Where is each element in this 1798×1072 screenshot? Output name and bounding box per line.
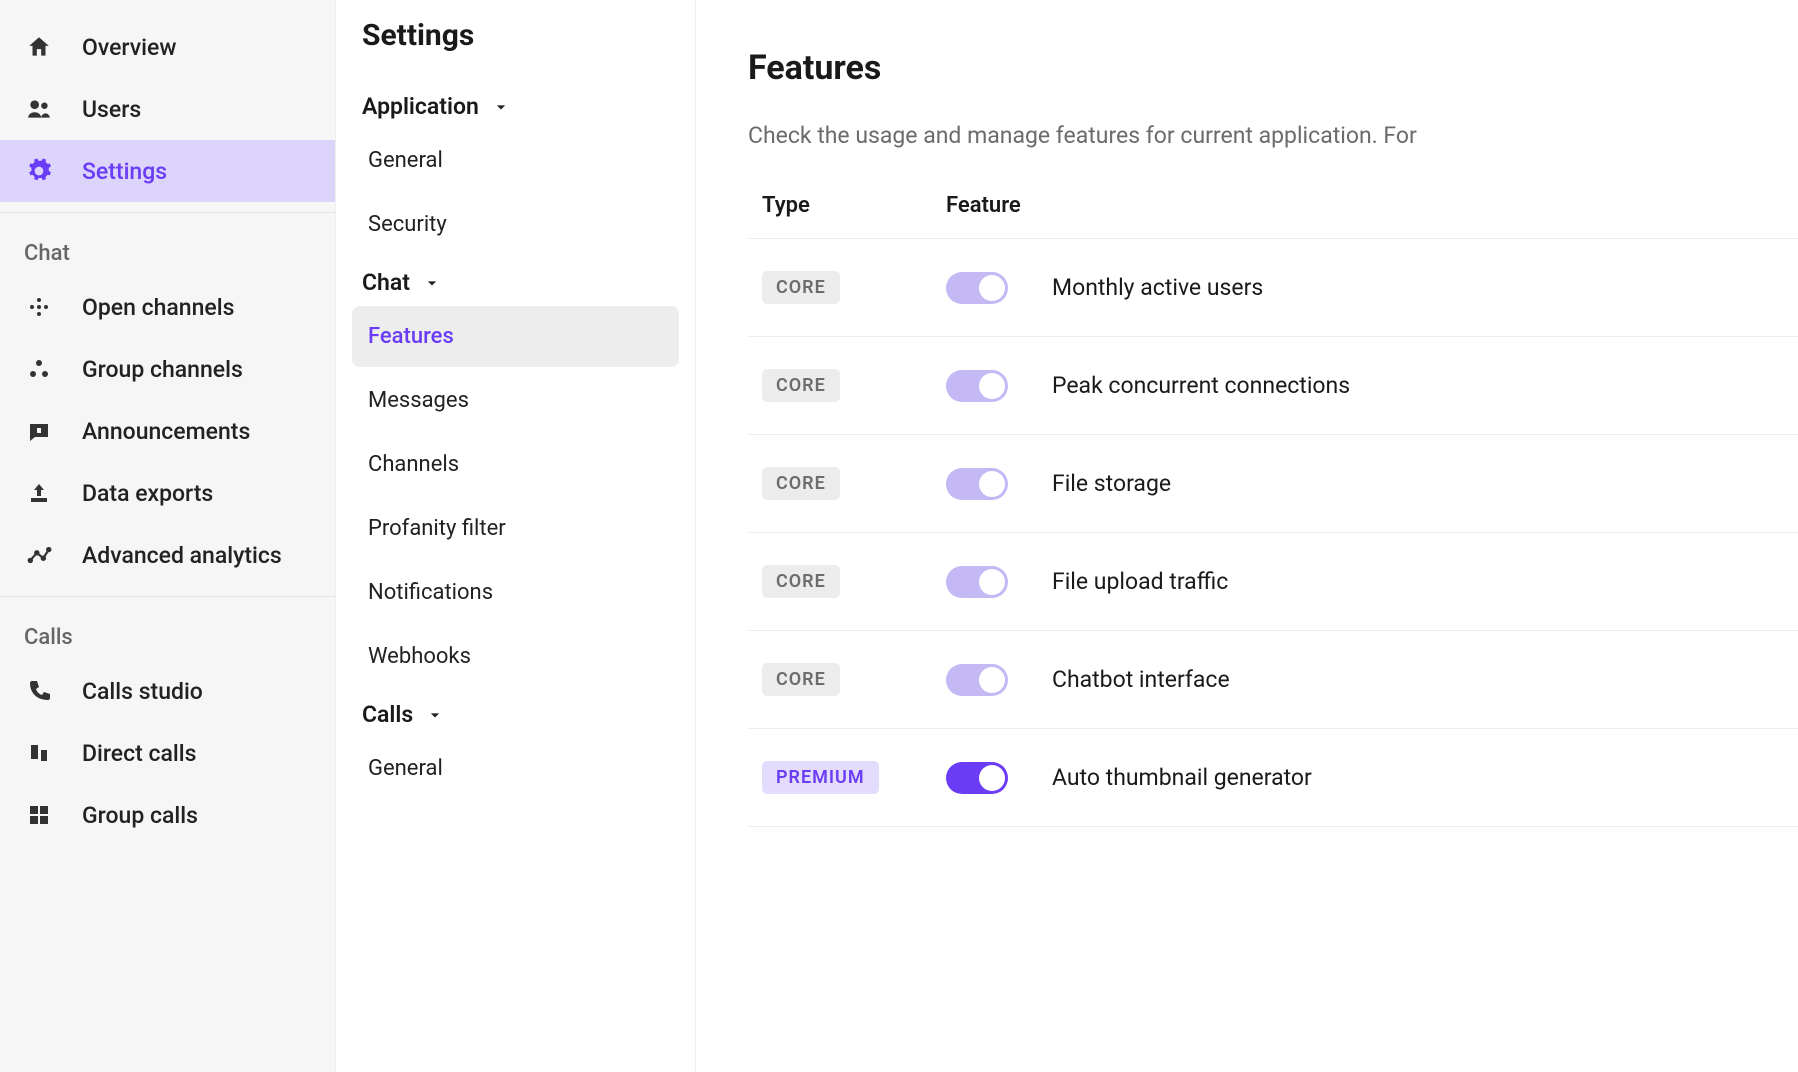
- table-row: CORE Peak concurrent connections: [748, 337, 1798, 435]
- gear-icon: [24, 156, 54, 186]
- nav-group-chat[interactable]: Chat: [362, 269, 669, 296]
- sidebar-section-title-calls: Calls: [0, 601, 335, 660]
- sidebar-item-label: Users: [82, 96, 141, 123]
- nav-item-general[interactable]: General: [352, 130, 679, 191]
- feature-name: File storage: [1052, 470, 1171, 497]
- announcements-icon: [24, 416, 54, 446]
- sidebar-item-label: Advanced analytics: [82, 542, 282, 569]
- nav-item-messages[interactable]: Messages: [352, 370, 679, 431]
- sidebar-item-label: Announcements: [82, 418, 250, 445]
- sidebar-item-users[interactable]: Users: [0, 78, 335, 140]
- direct-calls-icon: [24, 738, 54, 768]
- grid-icon: [24, 800, 54, 830]
- nav-item-webhooks[interactable]: Webhooks: [352, 626, 679, 687]
- nav-item-profanity-filter[interactable]: Profanity filter: [352, 498, 679, 559]
- feature-toggle[interactable]: [946, 370, 1008, 402]
- data-exports-icon: [24, 478, 54, 508]
- nav-item-security[interactable]: Security: [352, 194, 679, 255]
- sidebar-divider: [0, 596, 335, 597]
- feature-toggle[interactable]: [946, 762, 1008, 794]
- sidebar-item-overview[interactable]: Overview: [0, 16, 335, 78]
- sidebar-divider: [0, 212, 335, 213]
- nav-group-label: Application: [362, 93, 479, 120]
- sidebar-item-label: Overview: [82, 34, 176, 61]
- nav-item-notifications[interactable]: Notifications: [352, 562, 679, 623]
- nav-group-label: Calls: [362, 701, 413, 728]
- feature-toggle[interactable]: [946, 664, 1008, 696]
- users-icon: [24, 94, 54, 124]
- analytics-icon: [24, 540, 54, 570]
- table-row: PREMIUM Auto thumbnail generator: [748, 729, 1798, 827]
- sidebar-item-label: Settings: [82, 158, 167, 185]
- sidebar-item-label: Direct calls: [82, 740, 196, 767]
- sidebar-item-settings[interactable]: Settings: [0, 140, 335, 202]
- page-title: Features: [748, 48, 1798, 88]
- sidebar-item-open-channels[interactable]: Open channels: [0, 276, 335, 338]
- type-badge: CORE: [762, 369, 840, 402]
- feature-toggle[interactable]: [946, 566, 1008, 598]
- feature-name: Auto thumbnail generator: [1052, 764, 1312, 791]
- sidebar-item-label: Group calls: [82, 802, 198, 829]
- nav-item-calls-general[interactable]: General: [352, 738, 679, 799]
- sidebar-item-calls-studio[interactable]: Calls studio: [0, 660, 335, 722]
- type-badge: CORE: [762, 565, 840, 598]
- chevron-down-icon: [422, 273, 442, 293]
- sidebar-section-title-chat: Chat: [0, 217, 335, 276]
- feature-toggle[interactable]: [946, 468, 1008, 500]
- open-channels-icon: [24, 292, 54, 322]
- sidebar-item-label: Open channels: [82, 294, 234, 321]
- sidebar-item-direct-calls[interactable]: Direct calls: [0, 722, 335, 784]
- type-badge: CORE: [762, 663, 840, 696]
- settings-nav: Settings Application General Security Ch…: [336, 0, 696, 1072]
- table-row: CORE Chatbot interface: [748, 631, 1798, 729]
- sidebar-item-group-channels[interactable]: Group channels: [0, 338, 335, 400]
- main-sidebar: Overview Users Settings Chat Open channe…: [0, 0, 336, 1072]
- column-feature: Feature: [946, 193, 1052, 218]
- nav-group-calls[interactable]: Calls: [362, 701, 669, 728]
- sidebar-item-label: Calls studio: [82, 678, 203, 705]
- nav-group-label: Chat: [362, 269, 410, 296]
- feature-name: Peak concurrent connections: [1052, 372, 1350, 399]
- page-subtitle: Check the usage and manage features for …: [748, 122, 1798, 149]
- feature-name: Chatbot interface: [1052, 666, 1230, 693]
- feature-name: Monthly active users: [1052, 274, 1263, 301]
- sidebar-item-label: Group channels: [82, 356, 243, 383]
- sidebar-item-data-exports[interactable]: Data exports: [0, 462, 335, 524]
- sidebar-item-announcements[interactable]: Announcements: [0, 400, 335, 462]
- type-badge: CORE: [762, 467, 840, 500]
- chevron-down-icon: [491, 97, 511, 117]
- nav-item-channels[interactable]: Channels: [352, 434, 679, 495]
- table-row: CORE Monthly active users: [748, 239, 1798, 337]
- table-row: CORE File upload traffic: [748, 533, 1798, 631]
- main-content: Features Check the usage and manage feat…: [696, 0, 1798, 1072]
- home-icon: [24, 32, 54, 62]
- chevron-down-icon: [425, 705, 445, 725]
- sidebar-item-group-calls[interactable]: Group calls: [0, 784, 335, 846]
- table-row: CORE File storage: [748, 435, 1798, 533]
- feature-toggle[interactable]: [946, 272, 1008, 304]
- nav-group-application[interactable]: Application: [362, 93, 669, 120]
- settings-title: Settings: [362, 18, 669, 53]
- type-badge: CORE: [762, 271, 840, 304]
- features-table: Type Feature CORE Monthly active users C…: [748, 193, 1798, 827]
- sidebar-item-label: Data exports: [82, 480, 213, 507]
- column-type: Type: [762, 193, 946, 218]
- type-badge: PREMIUM: [762, 761, 879, 794]
- sidebar-item-advanced-analytics[interactable]: Advanced analytics: [0, 524, 335, 586]
- phone-icon: [24, 676, 54, 706]
- feature-name: File upload traffic: [1052, 568, 1228, 595]
- table-header: Type Feature: [748, 193, 1798, 239]
- nav-item-features[interactable]: Features: [352, 306, 679, 367]
- group-channels-icon: [24, 354, 54, 384]
